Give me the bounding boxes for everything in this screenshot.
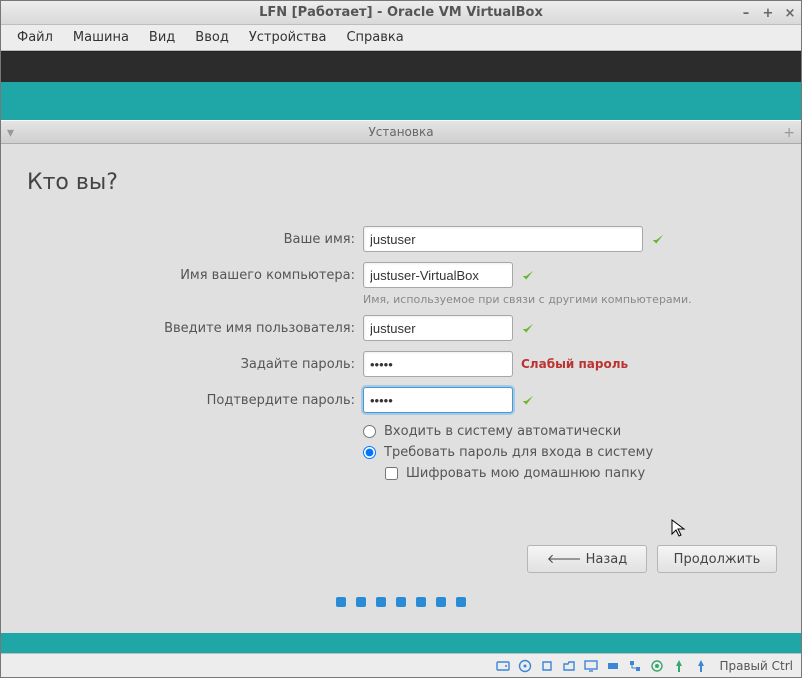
- menu-help[interactable]: Справка: [336, 27, 413, 48]
- continue-button[interactable]: Продолжить: [657, 545, 777, 573]
- guest-desktop-strip-bottom: [1, 633, 801, 653]
- audio-status-icon[interactable]: [605, 658, 621, 674]
- shared-folder-icon[interactable]: [561, 658, 577, 674]
- close-icon[interactable]: ×: [783, 6, 797, 21]
- menu-file[interactable]: Файл: [7, 27, 63, 48]
- window-titlebar: LFN [Работает] - Oracle VM VirtualBox – …: [1, 1, 801, 25]
- guest-desktop-strip: [1, 82, 801, 120]
- display-icon[interactable]: [583, 658, 599, 674]
- option-encrypt-home[interactable]: Шифровать мою домашнюю папку: [385, 466, 777, 481]
- recording-icon[interactable]: [649, 658, 665, 674]
- username-input[interactable]: [363, 315, 513, 341]
- menu-machine[interactable]: Машина: [63, 27, 139, 48]
- menu-view[interactable]: Вид: [139, 27, 185, 48]
- menubar: Файл Машина Вид Ввод Устройства Справка: [1, 25, 801, 51]
- password-input[interactable]: [363, 351, 513, 377]
- check-icon: [521, 394, 533, 406]
- menu-input[interactable]: Ввод: [185, 27, 239, 48]
- mouse-cursor-icon: [671, 519, 687, 539]
- app-window: LFN [Работает] - Oracle VM VirtualBox – …: [0, 0, 802, 678]
- step-dot: [416, 597, 426, 607]
- usb-icon[interactable]: [539, 658, 555, 674]
- password-strength: Слабый пароль: [521, 357, 628, 371]
- step-dot: [356, 597, 366, 607]
- rollup-icon[interactable]: ▾: [1, 125, 20, 141]
- installer-titlebar: ▾ Установка +: [1, 120, 801, 144]
- option-auto-login[interactable]: Входить в систему автоматически: [363, 424, 777, 439]
- password-label: Задайте пароль:: [25, 357, 355, 372]
- installer-page: Кто вы? Ваше имя: Имя вашего компьютера:: [1, 144, 801, 633]
- step-dot: [376, 597, 386, 607]
- check-icon: [651, 233, 663, 245]
- vm-screen: ▾ Установка + Кто вы? Ваше имя: Имя ваше…: [1, 51, 801, 653]
- step-dot: [456, 597, 466, 607]
- hostname-label: Имя вашего компьютера:: [25, 268, 355, 283]
- maximize-icon[interactable]: +: [761, 6, 775, 21]
- user-form: Ваше имя: Имя вашего компьютера: Имя, ис…: [25, 225, 777, 481]
- check-icon: [521, 269, 533, 281]
- confirm-password-input[interactable]: [363, 387, 513, 413]
- hostname-hint: Имя, используемое при связи с другими ко…: [363, 293, 777, 306]
- hostkey-icon[interactable]: [693, 658, 709, 674]
- encrypt-home-checkbox[interactable]: [385, 467, 398, 480]
- step-dot: [396, 597, 406, 607]
- auto-login-radio[interactable]: [363, 425, 376, 438]
- network-status-icon[interactable]: [627, 658, 643, 674]
- hostkey-label: Правый Ctrl: [719, 659, 793, 673]
- name-label: Ваше имя:: [25, 232, 355, 247]
- optical-icon[interactable]: [517, 658, 533, 674]
- arrow-left-icon: 🡐: [547, 551, 582, 567]
- mouse-integration-icon[interactable]: [671, 658, 687, 674]
- window-title: LFN [Работает] - Oracle VM VirtualBox: [259, 5, 543, 20]
- check-icon: [521, 322, 533, 334]
- expand-icon[interactable]: +: [777, 125, 801, 141]
- vbox-statusbar: Правый Ctrl: [1, 653, 801, 677]
- hostname-input[interactable]: [363, 262, 513, 288]
- require-password-radio[interactable]: [363, 446, 376, 459]
- confirm-label: Подтвердите пароль:: [25, 393, 355, 408]
- minimize-icon[interactable]: –: [739, 6, 753, 21]
- back-button[interactable]: 🡐 Назад: [527, 545, 647, 573]
- name-input[interactable]: [363, 226, 643, 252]
- guest-topbar: [1, 52, 801, 82]
- page-heading: Кто вы?: [27, 170, 777, 195]
- installer-title: Установка: [1, 125, 801, 139]
- progress-dots: [1, 597, 801, 607]
- option-require-password[interactable]: Требовать пароль для входа в систему: [363, 445, 777, 460]
- username-label: Введите имя пользователя:: [25, 321, 355, 336]
- hdd-icon[interactable]: [495, 658, 511, 674]
- step-dot: [336, 597, 346, 607]
- step-dot: [436, 597, 446, 607]
- menu-devices[interactable]: Устройства: [239, 27, 337, 48]
